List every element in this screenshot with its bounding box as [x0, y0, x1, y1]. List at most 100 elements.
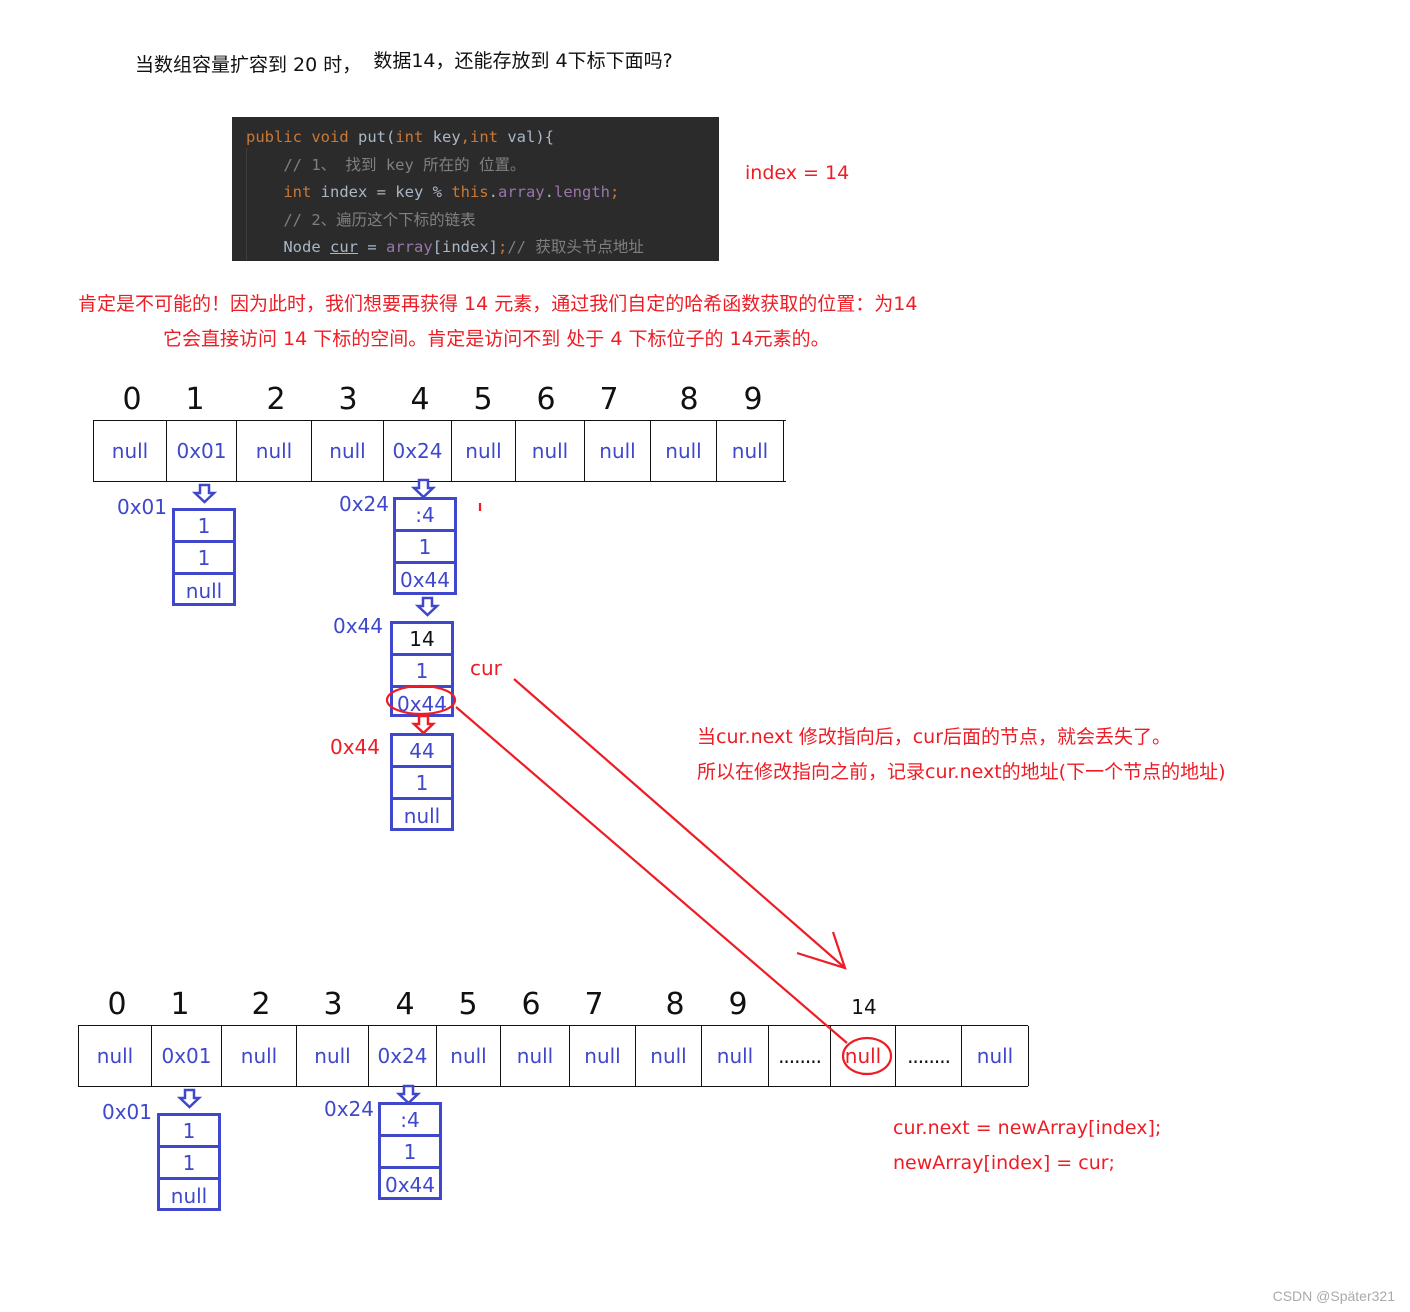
array-index-label: 3: [323, 987, 343, 1022]
array-index-label: 1: [185, 382, 205, 417]
down-arrow-icon: [395, 1084, 422, 1105]
code-note-line2: newArray[index] = cur;: [893, 1152, 1115, 1174]
node-next: 0x44: [399, 568, 450, 592]
array-cell: null: [222, 1026, 297, 1086]
array-cell: null: [516, 421, 585, 481]
code-token: int: [470, 128, 508, 146]
array-index-label: 6: [536, 382, 556, 417]
array-index-label: 6: [521, 987, 541, 1022]
code-line: int index = key % this.array.length;: [232, 179, 719, 207]
code-token: public void: [246, 128, 358, 146]
code-token: key: [432, 128, 461, 146]
list-node: 44 1 null: [390, 733, 454, 831]
cur-label: cur: [470, 656, 502, 680]
array-index-label: 0: [122, 382, 142, 417]
array-cell: null: [702, 1026, 769, 1086]
node-next: null: [170, 1184, 208, 1208]
code-token: int: [395, 128, 433, 146]
code-indent-guide: [246, 148, 247, 260]
code-token: ;: [610, 183, 620, 201]
array-cell: null: [570, 1026, 636, 1086]
node-key: :4: [396, 500, 454, 532]
array-cell: null: [79, 1026, 152, 1086]
down-arrow-icon: [191, 483, 218, 504]
node-next: 0x44: [396, 692, 447, 716]
node-value: 1: [160, 1148, 218, 1180]
code-token: index = key %: [320, 183, 452, 201]
new-array-index-14: 14: [851, 995, 877, 1019]
down-arrow-icon: [414, 596, 441, 617]
question-part1: 当数组容量扩容到 20 时，: [135, 54, 362, 76]
code-token: int: [283, 183, 321, 201]
array-index-label: 4: [395, 987, 415, 1022]
code-token: =: [358, 238, 386, 256]
code-token: Node: [246, 238, 330, 256]
code-token: [index]: [432, 238, 498, 256]
array-index-label: 5: [458, 987, 478, 1022]
node-value: 1: [393, 656, 451, 688]
array-cell: null: [585, 421, 651, 481]
array-cell: null: [297, 1026, 369, 1086]
explanation-line2: 它会直接访问 14 下标的空间。肯定是访问不到 处于 4 下标位子的 14元素的…: [163, 328, 830, 350]
code-line: // 1、 找到 key 所在的 位置。: [232, 152, 719, 180]
array-cell: null: [717, 421, 784, 481]
code-token: ,: [460, 128, 470, 146]
code-token: cur: [330, 238, 358, 256]
node-key: 1: [160, 1116, 218, 1148]
array-index-label: 8: [665, 987, 685, 1022]
code-token: array: [497, 183, 545, 201]
array-index-label: 1: [170, 987, 190, 1022]
array-index-label: 5: [473, 382, 493, 417]
node-address-label: 0x24: [324, 1097, 375, 1121]
node-key: 14: [393, 624, 451, 656]
array-index-label: 3: [338, 382, 358, 417]
array-cell: null: [452, 421, 516, 481]
code-token: val){: [507, 128, 554, 146]
list-node: 1 1 null: [157, 1113, 221, 1211]
list-node: 1 1 null: [172, 508, 236, 606]
explanation-line1: 肯定是不可能的！因为此时，我们想要再获得 14 元素，通过我们自定的哈希函数获取…: [78, 293, 918, 315]
array-cell: null: [437, 1026, 501, 1086]
array-cell: ........: [896, 1026, 962, 1086]
list-node: :4 1 0x44: [393, 497, 457, 595]
array-cell: null: [831, 1026, 896, 1086]
node-value: 1: [393, 768, 451, 800]
array-index-label: 9: [743, 382, 763, 417]
list-node-cur: 14 1 0x44: [390, 621, 454, 717]
node-address-label: 0x44: [333, 614, 384, 638]
array-cell: 0x24: [384, 421, 452, 481]
code-note-line1: cur.next = newArray[index];: [893, 1117, 1162, 1139]
node-next: 0x44: [384, 1173, 435, 1197]
code-token: .: [544, 183, 554, 201]
array-cell: null: [237, 421, 312, 481]
code-token: ;: [498, 238, 508, 256]
node-key: :4: [381, 1105, 439, 1137]
old-array: null 0x01 null null 0x24 null null null null null: [93, 420, 786, 482]
array-index-label: 9: [728, 987, 748, 1022]
array-cell: null: [312, 421, 384, 481]
index-note: index = 14: [745, 162, 850, 184]
array-cell: 0x01: [167, 421, 237, 481]
code-token: (: [385, 128, 396, 146]
code-line: public void put(int key,int val){: [232, 124, 719, 152]
code-token: // 2、遍历这个下标的链表: [246, 210, 476, 229]
code-block: public void put(int key,int val){ // 1、 …: [232, 117, 719, 261]
code-token: this: [451, 183, 489, 201]
code-token: // 1、 找到 key 所在的 位置。: [246, 155, 526, 174]
node-address-label: 0x01: [102, 1100, 153, 1124]
array-cell: 0x01: [152, 1026, 222, 1086]
array-cell: ........: [769, 1026, 831, 1086]
warning-line1: 当cur.next 修改指向后，cur后面的节点，就会丢失了。: [697, 726, 1172, 748]
question-part2: 数据14，还能存放到 4下标下面吗?: [373, 50, 673, 72]
array-index-label: 0: [107, 987, 127, 1022]
array-cell: null: [501, 1026, 570, 1086]
node-value: 1: [175, 543, 233, 575]
array-index-label: 7: [599, 382, 619, 417]
array-index-label: 7: [584, 987, 604, 1022]
new-array: null 0x01 null null 0x24 null null null null null…: [78, 1025, 1029, 1087]
array-cell: null: [636, 1026, 702, 1086]
code-token: // 获取头节点地址: [507, 238, 644, 256]
array-index-label: 2: [266, 382, 286, 417]
node-value: 1: [396, 532, 454, 564]
